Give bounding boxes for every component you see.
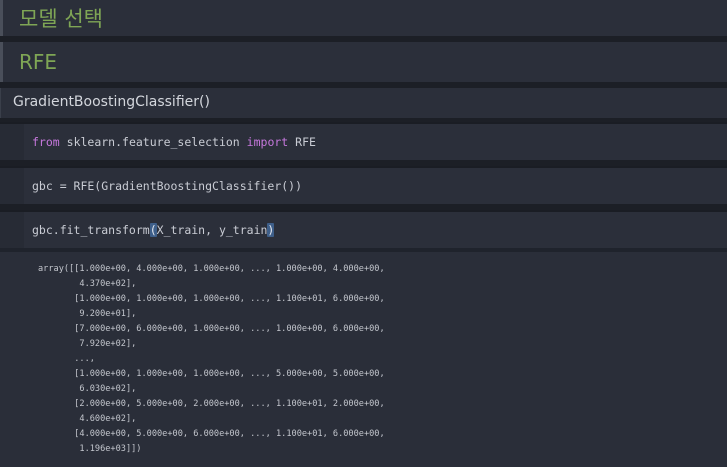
markdown-cell-text[interactable]: GradientBoostingClassifier() [0, 88, 727, 118]
output-line: [4.000e+00, 5.000e+00, 6.000e+00, ..., 1… [38, 429, 385, 439]
cell-gutter [0, 212, 24, 248]
output-line: [2.000e+00, 5.000e+00, 2.000e+00, ..., 1… [38, 399, 385, 409]
code-line[interactable]: gbc = RFE(GradientBoostingClassifier()) [32, 179, 302, 193]
code-args: X_train, y_train [156, 223, 268, 237]
keyword-import: import [246, 135, 289, 149]
output-line: [7.000e+00, 6.000e+00, 1.000e+00, ..., 1… [38, 324, 385, 334]
cell-gutter [0, 124, 24, 160]
keyword-from: from [32, 135, 60, 149]
output-line: 7.920e+02], [38, 339, 137, 349]
output-line: 4.370e+02], [38, 279, 137, 289]
markdown-cell-rfe[interactable]: RFE [0, 42, 727, 82]
code-line[interactable]: from sklearn.feature_selection import RF… [32, 135, 316, 149]
code-cell-fit-transform[interactable]: gbc.fit_transform(X_train, y_train) [0, 210, 727, 248]
output-line: [1.000e+00, 1.000e+00, 1.000e+00, ..., 1… [38, 294, 385, 304]
output-line: 4.600e+02], [38, 414, 137, 424]
cell-gutter [0, 168, 24, 204]
code-cell-import[interactable]: from sklearn.feature_selection import RF… [0, 122, 727, 160]
heading-model-selection: 모델 선택 [19, 7, 103, 31]
open-paren: ( [149, 223, 157, 237]
heading-rfe: RFE [19, 50, 58, 74]
output-text: array([[1.000e+00, 4.000e+00, 1.000e+00,… [38, 262, 385, 457]
code-cell-rfe[interactable]: gbc = RFE(GradientBoostingClassifier()) [0, 166, 727, 204]
output-line: [1.000e+00, 1.000e+00, 1.000e+00, ..., 5… [38, 369, 385, 379]
markdown-cell-heading[interactable]: 모델 선택 [0, 0, 727, 36]
module-name: sklearn.feature_selection [66, 135, 240, 149]
close-paren: ) [267, 223, 275, 237]
cell-output: array([[1.000e+00, 4.000e+00, 1.000e+00,… [0, 252, 727, 467]
code-line[interactable]: gbc.fit_transform(X_train, y_train) [32, 223, 275, 237]
output-line: 1.196e+03]]) [38, 444, 142, 454]
code-prefix: gbc.fit_transform [32, 223, 150, 237]
markdown-text: GradientBoostingClassifier() [13, 94, 210, 110]
output-line: 6.030e+02], [38, 384, 137, 394]
import-name: RFE [295, 135, 316, 149]
output-line: array([[1.000e+00, 4.000e+00, 1.000e+00,… [38, 264, 385, 274]
output-line: 9.200e+01], [38, 309, 137, 319]
output-line: ..., [38, 354, 95, 364]
